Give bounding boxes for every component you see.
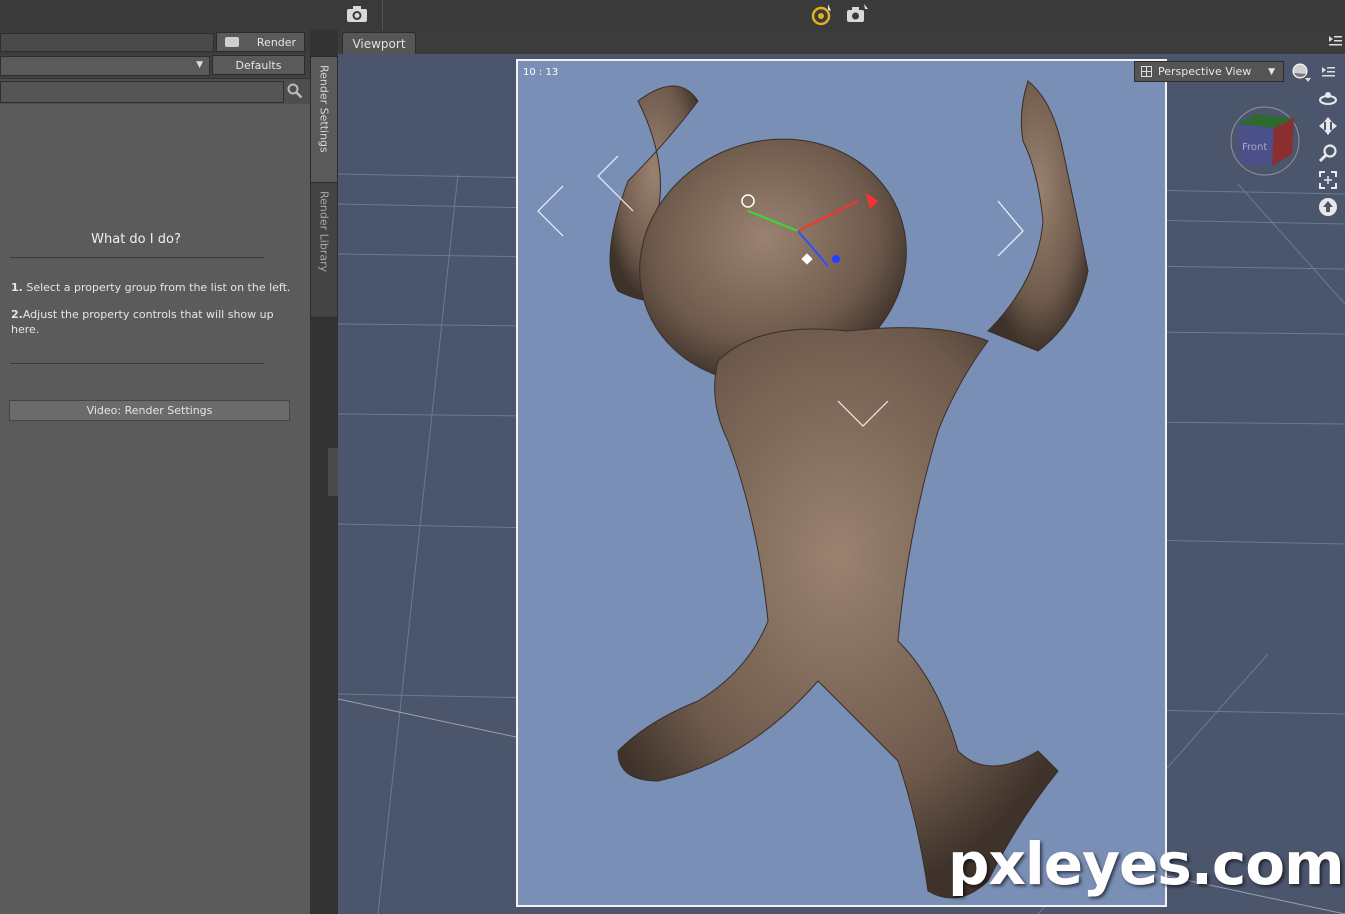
panel-menu-icon[interactable] [1320,64,1336,78]
defaults-button[interactable]: Defaults [212,55,305,75]
orbit-icon[interactable] [1318,88,1338,108]
view-selector-label: Perspective View [1158,65,1252,78]
search-input[interactable] [0,81,284,103]
help-step-2: 2.Adjust the property controls that will… [11,307,276,337]
universal-tool-icon[interactable] [808,2,834,28]
side-tab-strip: Render Settings Render Library [310,30,338,914]
tab-render-settings[interactable]: Render Settings [310,56,338,196]
viewport-tabbar [338,30,1345,54]
render-camera-icon[interactable] [844,2,870,26]
view-selector[interactable]: Perspective View ▼ [1134,61,1284,82]
view-cube-label: Front [1242,142,1267,153]
tab-render-library[interactable]: Render Library [310,182,338,318]
render-camera-small-icon [224,37,239,47]
step-text: Adjust the property controls that will s… [11,308,274,336]
divider [10,257,264,258]
figure-3d-model[interactable]: 10 : 13 [518,61,1167,907]
render-button[interactable]: Render [216,32,305,52]
divider [10,363,264,364]
preset-field[interactable] [0,33,214,52]
draw-style-icon[interactable] [1290,61,1312,83]
tab-label: Render Library [317,191,331,273]
render-frame: 10 : 13 [516,59,1167,907]
zoom-icon[interactable] [1318,143,1338,163]
help-step-1: 1. Select a property group from the list… [11,280,301,295]
step-number: 2. [11,308,23,321]
step-text: Select a property group from the list on… [26,281,291,294]
top-toolbar [0,0,1345,31]
camera-icon[interactable] [344,2,370,26]
frame-counter: 10 : 13 [523,67,558,78]
search-icon[interactable] [287,83,303,99]
tab-label: Render Settings [317,65,331,153]
render-settings-panel [0,104,310,914]
grid-icon [1141,66,1152,77]
frame-icon[interactable] [1318,170,1338,190]
help-title: What do I do? [91,232,181,247]
view-cube[interactable]: Front [1228,104,1302,178]
home-icon[interactable] [1318,197,1338,217]
render-button-label: Render [256,35,297,49]
collapse-handle[interactable] [328,448,338,496]
chevron-down-icon: ▼ [196,60,203,70]
preset-dropdown[interactable]: ▼ [0,56,210,76]
panel-menu-icon[interactable] [1327,33,1343,47]
tab-viewport[interactable]: Viewport [342,32,416,54]
watermark: pxleyes.com [948,830,1345,898]
toolbar-divider [382,0,383,30]
video-render-settings-button[interactable]: Video: Render Settings [9,400,290,421]
step-number: 1. [11,281,23,294]
pan-icon[interactable] [1318,116,1338,136]
chevron-down-icon: ▼ [1268,66,1275,77]
